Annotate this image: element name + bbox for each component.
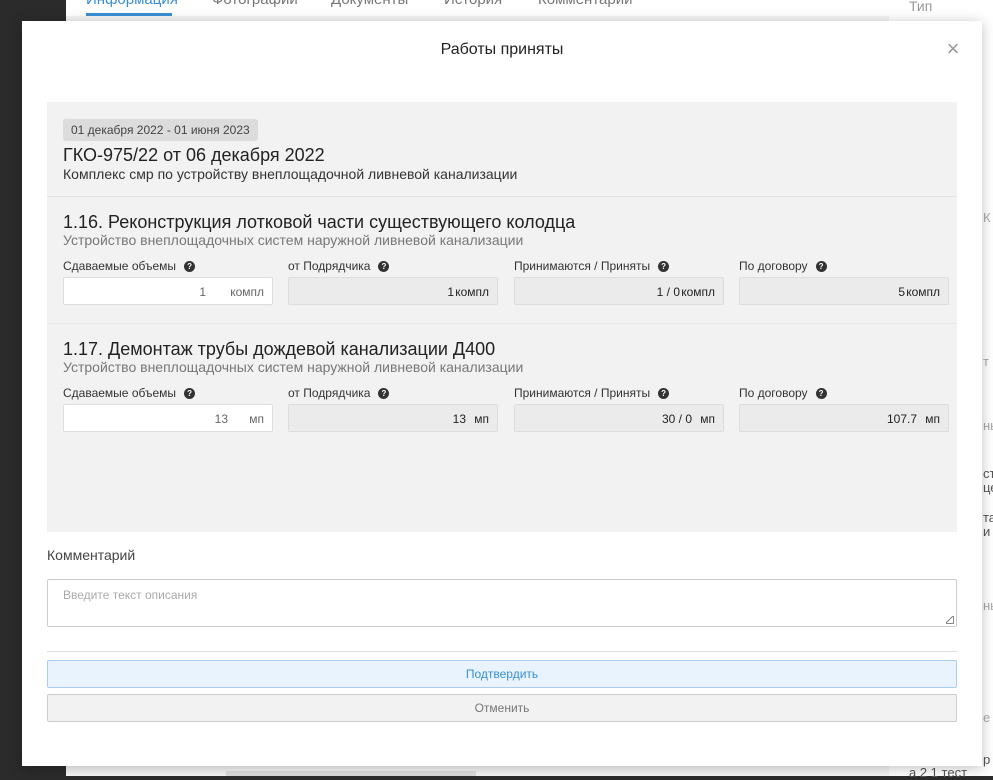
- close-icon[interactable]: ×: [944, 38, 962, 60]
- contract-header: 01 декабря 2022 - 01 июня 2023 ГКО-975/2…: [47, 102, 957, 197]
- help-icon[interactable]: ?: [184, 261, 196, 272]
- accepted-unit: мп: [700, 412, 715, 426]
- accepted-value: 30 / 0: [661, 412, 692, 426]
- work-item-title: 1.17. Демонтаж трубы дождевой канализаци…: [63, 339, 496, 359]
- from-contractor-value: 13: [452, 412, 466, 426]
- accepted-field: 1 / 0 компл: [514, 277, 724, 305]
- accepted-label: Принимаются / Приняты?: [514, 259, 670, 273]
- bg-fragment: т: [983, 354, 989, 369]
- submitted-volume-input[interactable]: 13 мп: [63, 404, 273, 432]
- bg-fragment: стр: [983, 466, 993, 481]
- bg-fragment: ны: [983, 598, 993, 613]
- work-item-subtitle: Устройство внеплощадочных систем наружно…: [63, 359, 524, 375]
- help-icon[interactable]: ?: [658, 388, 670, 399]
- submitted-volume-label: Сдаваемые объемы?: [63, 259, 196, 273]
- bg-fragment: К: [983, 210, 991, 225]
- bg-tab-documents[interactable]: Документы: [331, 0, 408, 8]
- submitted-volume-input[interactable]: 1 компл: [63, 277, 273, 305]
- from-contractor-label: от Подрядчика?: [288, 386, 390, 400]
- divider: [47, 651, 957, 652]
- bg-tab-comments[interactable]: Комментарии: [538, 0, 632, 8]
- bg-fragment: це: [983, 480, 993, 495]
- help-icon[interactable]: ?: [658, 261, 670, 272]
- accepted-value: 1 / 0: [656, 285, 680, 299]
- by-contract-field: 107.7 мп: [739, 404, 949, 432]
- from-contractor-field: 13 мп: [288, 404, 498, 432]
- bg-bottom-bar: [226, 771, 476, 776]
- bg-tab-photos[interactable]: Фотографии: [212, 0, 298, 8]
- accepted-field: 30 / 0 мп: [514, 404, 724, 432]
- bg-fragment: е: [983, 710, 991, 725]
- bg-tab-info[interactable]: Информация: [86, 0, 178, 8]
- bg-tab-history[interactable]: История: [444, 0, 502, 8]
- submitted-volume-label: Сдаваемые объемы?: [63, 386, 196, 400]
- submitted-volume-value[interactable]: 1: [199, 278, 206, 306]
- modal-title: Работы приняты: [440, 41, 564, 58]
- work-item: 1.16. Реконструкция лотковой части сущес…: [47, 197, 957, 324]
- comment-textarea[interactable]: Введите текст описания: [47, 579, 957, 627]
- comment-placeholder[interactable]: Введите текст описания: [63, 588, 197, 602]
- from-contractor-unit: компл: [455, 285, 489, 299]
- from-contractor-label: от Подрядчика?: [288, 259, 390, 273]
- bg-fragment: и ,: [983, 524, 993, 539]
- from-contractor-value: 1: [447, 285, 454, 299]
- work-item: 1.17. Демонтаж трубы дождевой канализаци…: [47, 324, 957, 450]
- bg-fragment: та: [983, 510, 993, 525]
- background-tabs: Информация Фотографии Документы История …: [66, 0, 889, 16]
- help-icon[interactable]: ?: [815, 388, 827, 399]
- help-icon[interactable]: ?: [378, 388, 390, 399]
- by-contract-label: По договору?: [739, 259, 827, 273]
- help-icon[interactable]: ?: [815, 261, 827, 272]
- bg-fragment: р -: [983, 752, 993, 767]
- by-contract-unit: мп: [925, 412, 940, 426]
- comment-label: Комментарий: [47, 547, 136, 563]
- resize-grip-icon[interactable]: [946, 616, 954, 624]
- works-accepted-modal: Работы приняты × 01 декабря 2022 - 01 ию…: [22, 21, 982, 766]
- help-icon[interactable]: ?: [184, 388, 196, 399]
- by-contract-field: 5 компл: [739, 277, 949, 305]
- from-contractor-unit: мп: [474, 412, 489, 426]
- contract-subtitle: Комплекс смр по устройству внеплощадочно…: [63, 166, 518, 182]
- accepted-unit: компл: [681, 285, 715, 299]
- work-item-subtitle: Устройство внеплощадочных систем наружно…: [63, 232, 524, 248]
- bg-type-header: Тип: [909, 0, 933, 14]
- contract-period-badge: 01 декабря 2022 - 01 июня 2023: [63, 119, 258, 141]
- submitted-volume-unit: компл: [230, 285, 264, 299]
- submitted-volume-value[interactable]: 13: [215, 405, 228, 433]
- by-contract-value: 107.7: [886, 412, 917, 426]
- works-panel: 01 декабря 2022 - 01 июня 2023 ГКО-975/2…: [47, 102, 957, 532]
- accepted-label: Принимаются / Приняты?: [514, 386, 670, 400]
- bg-tab-active-indicator: [86, 13, 172, 16]
- cancel-button[interactable]: Отменить: [47, 694, 957, 722]
- contract-title: ГКО-975/22 от 06 декабря 2022: [63, 145, 325, 165]
- work-item-title: 1.16. Реконструкция лотковой части сущес…: [63, 212, 576, 232]
- submitted-volume-unit: мп: [249, 412, 264, 426]
- bg-fragment: ны: [983, 418, 993, 433]
- by-contract-unit: компл: [906, 285, 940, 299]
- confirm-button[interactable]: Подтвердить: [47, 660, 957, 688]
- by-contract-label: По договору?: [739, 386, 827, 400]
- by-contract-value: 5: [898, 285, 905, 299]
- bg-fragment: а 2 1 тест: [909, 765, 968, 780]
- help-icon[interactable]: ?: [378, 261, 390, 272]
- from-contractor-field: 1 компл: [288, 277, 498, 305]
